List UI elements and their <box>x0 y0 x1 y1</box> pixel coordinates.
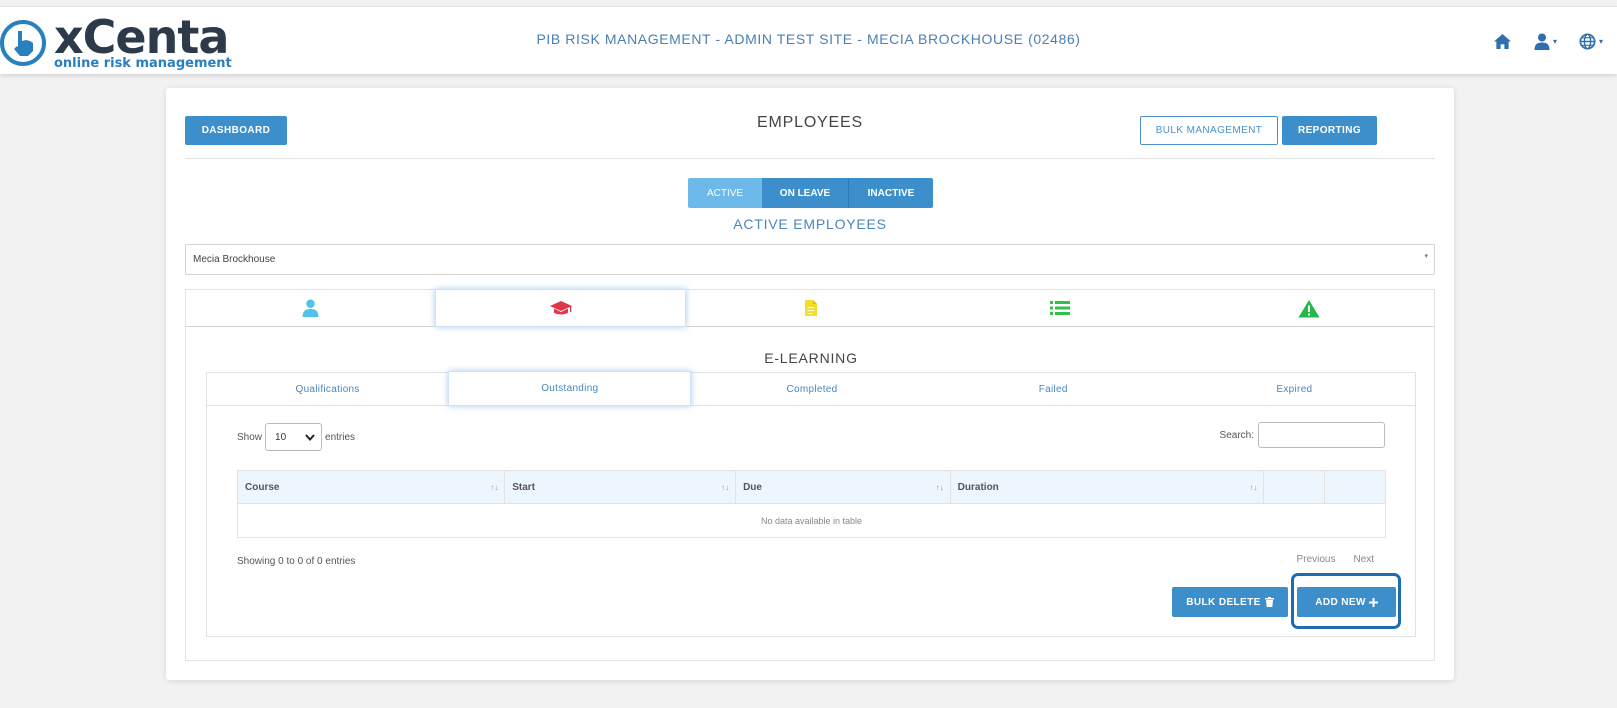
graduation-cap-icon <box>549 301 572 315</box>
logo-tagline: online risk management <box>54 56 232 71</box>
column-due[interactable]: Due ↑↓ <box>735 470 951 504</box>
tab-personal[interactable] <box>186 290 435 326</box>
employee-select-value: Mecia Brockhouse <box>193 254 276 265</box>
next-page-link[interactable]: Next <box>1353 554 1374 565</box>
employee-select[interactable]: Mecia Brockhouse ▾ <box>185 244 1435 275</box>
reporting-button[interactable]: REPORTING <box>1282 116 1377 145</box>
tab-documents[interactable] <box>686 290 935 326</box>
plus-icon <box>1368 597 1378 607</box>
tab-failed[interactable]: Failed <box>933 373 1174 405</box>
user-icon <box>1534 33 1550 50</box>
column-action-1 <box>1263 470 1326 504</box>
column-duration[interactable]: Duration ↑↓ <box>950 470 1265 504</box>
trash-icon <box>1264 597 1274 607</box>
sort-icon: ↑↓ <box>490 483 499 492</box>
table-search: Search: <box>1220 422 1385 448</box>
section-title: ACTIVE EMPLOYEES <box>733 216 887 232</box>
tab-qualifications[interactable]: Qualifications <box>207 373 448 405</box>
bulk-delete-button[interactable]: BULK DELETE <box>1172 587 1288 617</box>
entries-label: entries <box>325 431 356 443</box>
header-divider <box>185 158 1435 159</box>
entries-length-control: Show 10 entries <box>237 423 355 451</box>
outstanding-courses-table: Course ↑↓ Start ↑↓ Due ↑↓ Duration ↑↓ No dat… <box>237 470 1386 538</box>
list-icon <box>1050 301 1071 315</box>
warning-icon <box>1298 299 1320 317</box>
tab-expired[interactable]: Expired <box>1174 373 1415 405</box>
site-title: PIB RISK MANAGEMENT - ADMIN TEST SITE - … <box>536 31 1081 47</box>
sort-icon: ↑↓ <box>935 483 944 492</box>
tab-outstanding[interactable]: Outstanding <box>448 371 692 406</box>
empty-table-message: No data available in table <box>237 503 1386 538</box>
e-learning-tabs: Qualifications Outstanding Completed Fai… <box>207 371 1415 406</box>
user-menu-button[interactable]: ▾ <box>1534 33 1557 50</box>
entries-length-value: 10 <box>275 431 287 443</box>
table-header-row: Course ↑↓ Start ↑↓ Due ↑↓ Duration ↑↓ <box>237 470 1386 504</box>
search-input[interactable] <box>1258 422 1385 448</box>
pagination: Previous Next <box>1297 554 1374 565</box>
column-course[interactable]: Course ↑↓ <box>237 470 506 504</box>
previous-page-link[interactable]: Previous <box>1297 554 1336 565</box>
column-action-2 <box>1324 470 1386 504</box>
show-label: Show <box>237 431 263 443</box>
employee-detail-tabs <box>185 289 1435 327</box>
sort-icon: ↑↓ <box>1249 483 1258 492</box>
table-info: Showing 0 to 0 of 0 entries <box>237 556 356 567</box>
tab-e-learning[interactable] <box>435 289 687 327</box>
bulk-management-button[interactable]: BULK MANAGEMENT <box>1140 116 1278 145</box>
table-row: No data available in table <box>237 503 1386 538</box>
bulk-delete-label: BULK DELETE <box>1186 596 1261 608</box>
user-icon <box>302 299 319 317</box>
entries-length-select[interactable]: 10 <box>265 423 323 451</box>
header-nav: ▾ ▾ <box>1493 33 1603 50</box>
employee-status-tabs: ACTIVE ON LEAVE INACTIVE <box>688 178 933 208</box>
column-start[interactable]: Start ↑↓ <box>504 470 737 504</box>
tab-completed[interactable]: Completed <box>691 373 932 405</box>
home-icon <box>1493 33 1511 50</box>
language-menu-button[interactable]: ▾ <box>1579 33 1603 50</box>
panel-title: E-LEARNING <box>764 350 858 366</box>
home-button[interactable] <box>1493 33 1512 50</box>
search-label: Search: <box>1219 429 1254 441</box>
top-navbar: xCenta online risk management PIB RISK M… <box>0 6 1617 74</box>
status-tab-inactive[interactable]: INACTIVE <box>849 178 933 208</box>
sort-icon: ↑↓ <box>721 483 730 492</box>
add-new-button[interactable]: ADD NEW <box>1297 587 1396 617</box>
document-icon <box>805 300 817 316</box>
chevron-down-icon: ▾ <box>1424 253 1428 260</box>
status-tab-on-leave[interactable]: ON LEAVE <box>762 178 849 208</box>
chevron-down-icon <box>305 433 315 441</box>
tab-checklist[interactable] <box>936 290 1185 326</box>
user-menu-caret: ▾ <box>1552 37 1557 46</box>
tab-incidents[interactable] <box>1185 290 1434 326</box>
add-new-label: ADD NEW <box>1315 596 1366 608</box>
language-menu-caret: ▾ <box>1598 37 1603 46</box>
globe-icon <box>1579 33 1596 50</box>
status-tab-active[interactable]: ACTIVE <box>688 178 762 208</box>
